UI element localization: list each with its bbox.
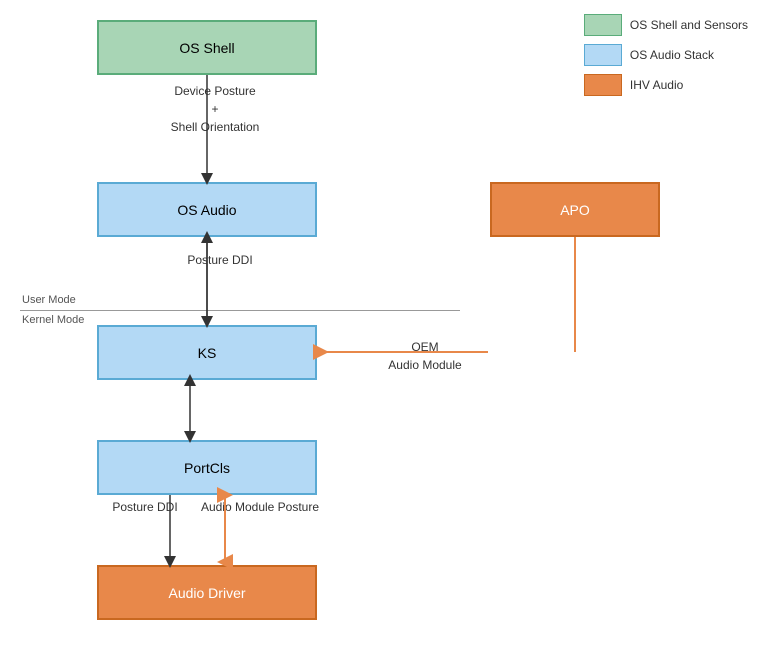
portcls-label: PortCls	[184, 460, 230, 476]
diagram-container: OS Shell and Sensors OS Audio Stack IHV …	[0, 0, 768, 661]
posture-ddi-label-2: Posture DDI	[105, 500, 185, 514]
mode-divider	[20, 310, 460, 311]
apo-label: APO	[560, 202, 590, 218]
legend-color-audio	[584, 44, 622, 66]
audio-module-posture-label: Audio Module Posture	[195, 500, 325, 514]
legend-label-ihv: IHV Audio	[630, 78, 683, 92]
audio-driver-label: Audio Driver	[168, 585, 245, 601]
audio-driver-box: Audio Driver	[97, 565, 317, 620]
ks-label: KS	[198, 345, 217, 361]
legend-label-shell: OS Shell and Sensors	[630, 18, 748, 32]
os-shell-label: OS Shell	[179, 40, 234, 56]
os-audio-box: OS Audio	[97, 182, 317, 237]
ks-box: KS	[97, 325, 317, 380]
portcls-box: PortCls	[97, 440, 317, 495]
legend-item-shell: OS Shell and Sensors	[584, 14, 748, 36]
os-audio-label: OS Audio	[177, 202, 236, 218]
kernel-mode-label: Kernel Mode	[22, 314, 84, 326]
legend-item-audio: OS Audio Stack	[584, 44, 748, 66]
device-posture-label: Device Posture+Shell Orientation	[155, 82, 275, 136]
legend-color-ihv	[584, 74, 622, 96]
user-mode-label: User Mode	[22, 294, 76, 306]
os-shell-box: OS Shell	[97, 20, 317, 75]
apo-box: APO	[490, 182, 660, 237]
oem-audio-module-label: OEMAudio Module	[370, 338, 480, 374]
legend-item-ihv: IHV Audio	[584, 74, 748, 96]
legend-color-shell	[584, 14, 622, 36]
legend-label-audio: OS Audio Stack	[630, 48, 714, 62]
posture-ddi-label-1: Posture DDI	[170, 253, 270, 267]
legend: OS Shell and Sensors OS Audio Stack IHV …	[584, 14, 748, 96]
